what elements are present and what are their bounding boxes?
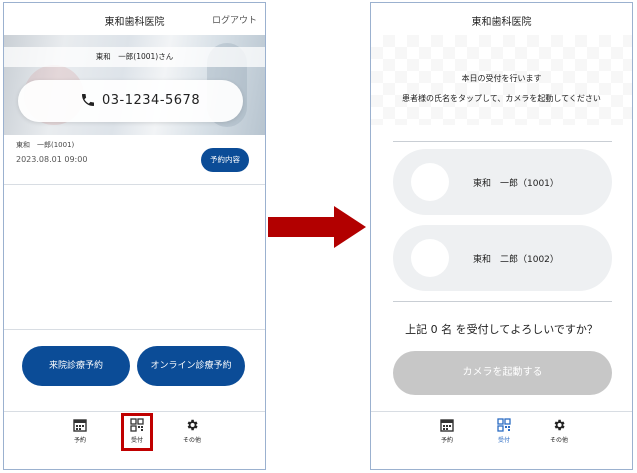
gear-icon [554,419,565,431]
instruction-line: 本日の受付を行います [461,74,542,83]
patient-name: 東和 二郎（1002） [473,255,559,265]
online-booking-button[interactable]: オンライン診療予約 [137,346,245,386]
appointment-detail-button[interactable]: 予約内容 [201,148,249,172]
highlight-box [121,413,153,451]
header: 東和歯科医院 ログアウト [4,3,265,35]
avatar [411,239,449,277]
confirm-text: 上記 0 名 を受付してよろしいですか？ [405,323,598,336]
calendar-icon [73,419,87,432]
nav-other[interactable]: その他 [172,418,212,454]
gear-icon [187,419,198,431]
divider [393,141,612,142]
qr-code-icon [497,418,511,432]
left-screen: 東和歯科医院 ログアウト 東和 一郎(1001)さん 03-1234-5678 … [3,2,266,470]
bottom-nav: 予約 受付 その他 [4,411,265,469]
phone-icon [82,94,94,106]
logout-link[interactable]: ログアウト [212,13,257,26]
appointment-patient: 東和 一郎(1001) [16,141,75,149]
camera-start-button[interactable]: カメラを起動する [393,351,612,395]
phone-number-button[interactable]: 03-1234-5678 [18,80,243,122]
nav-reception[interactable]: 受付 [484,418,524,454]
nav-label: その他 [182,437,201,444]
appointment-datetime: 2023.08.01 09:00 [16,155,88,164]
patient-name: 東和 一郎（1001） [473,179,559,189]
appointment-item: 東和 一郎(1001) 2023.08.01 09:00 予約内容 [4,135,265,185]
arrow-right-icon [268,206,366,248]
patient-item[interactable]: 東和 一郎（1001） [393,149,612,215]
clinic-title: 東和歯科医院 [471,17,532,28]
hero-banner: 東和 一郎(1001)さん 03-1234-5678 [4,35,265,135]
visit-booking-button[interactable]: 来院診療予約 [22,346,130,386]
avatar [411,163,449,201]
booking-actions: 来院診療予約 オンライン診療予約 [4,329,265,413]
nav-label: 予約 [440,437,453,444]
nav-label: 予約 [73,437,86,444]
header: 東和歯科医院 [371,3,632,35]
nav-reservation[interactable]: 予約 [60,418,100,454]
divider [393,301,612,302]
phone-number: 03-1234-5678 [102,93,201,108]
right-screen: 東和歯科医院 本日の受付を行います 患者様の氏名をタップして、カメラを起動してく… [370,2,633,470]
calendar-icon [440,419,454,432]
nav-label: その他 [549,437,568,444]
patient-greeting: 東和 一郎(1001)さん [95,52,174,61]
patient-item[interactable]: 東和 二郎（1002） [393,225,612,291]
nav-other[interactable]: その他 [539,418,579,454]
bottom-nav: 予約 受付 その他 [371,411,632,469]
instruction-line: 患者様の氏名をタップして、カメラを起動してください [402,94,601,103]
nav-label: 受付 [497,437,510,444]
nav-reservation[interactable]: 予約 [427,418,467,454]
